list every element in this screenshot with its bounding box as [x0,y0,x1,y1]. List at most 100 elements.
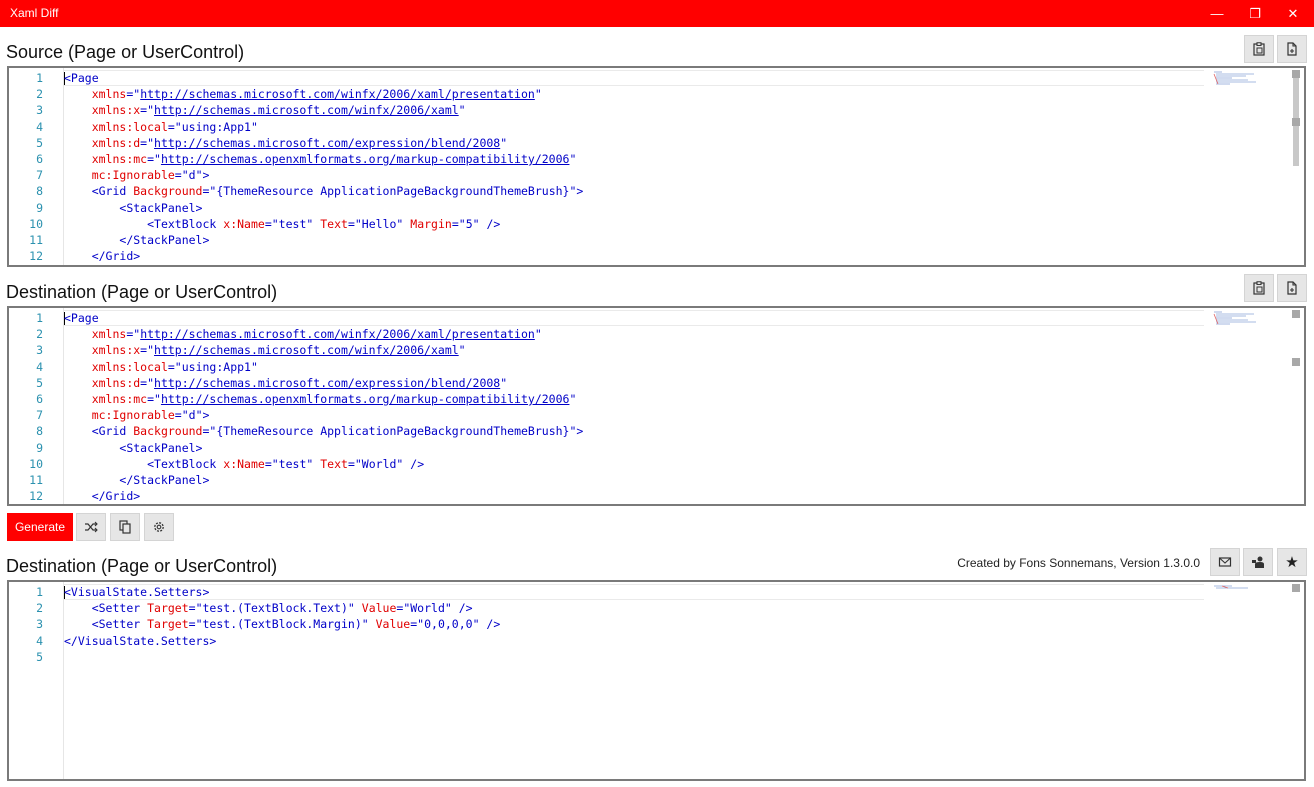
code-token: " [472,216,487,231]
code-line: 11 </StackPanel> [9,232,1259,248]
code-token: =" [264,216,279,231]
code-token[interactable]: http://schemas.microsoft.com/expression/… [154,376,500,390]
code-line: 5 [9,649,1259,665]
line-number: 2 [36,327,43,342]
code-token[interactable]: http://schemas.microsoft.com/expression/… [154,136,500,150]
code-line: 5 xmlns:d="http://schemas.microsoft.com/… [9,135,1259,151]
code-token: xmlns:x [91,103,141,118]
code-token: <TextBlock [147,456,224,471]
code-token: <StackPanel> [119,200,203,215]
code-token[interactable]: http://schemas.microsoft.com/winfx/2006/… [154,343,459,357]
code-line: 8 <Grid Background="{ThemeResource Appli… [9,423,1259,439]
code-token: =" [167,119,182,134]
destination-scrollbar[interactable] [1292,308,1300,504]
code-token: =" [126,87,141,102]
code-token: =" [202,184,217,199]
destination-paste-button[interactable] [1244,274,1274,302]
title-bar: Xaml Diff — ❐ ✕ [0,0,1314,27]
code-line: 1 <VisualState.Setters> [9,584,1259,600]
code-token[interactable]: http://schemas.openxmlformats.org/markup… [161,152,570,166]
code-text: <TextBlock x:Name="test" Text="Hello" Ma… [64,216,500,232]
feedback-button[interactable] [1243,548,1273,576]
output-scrollbar[interactable] [1292,582,1300,779]
destination-editor[interactable]: 1 <Page 2 xmlns="http://schemas.microsoft.… [7,306,1306,506]
feedback-icon [1252,556,1264,568]
mail-icon [1218,557,1232,567]
line-number: 1 [36,71,43,85]
rate-button[interactable]: ★ [1277,548,1307,576]
code-text: xmlns:d="http://schemas.microsoft.com/ex… [64,135,507,151]
generate-button[interactable]: Generate [7,513,73,541]
code-token: " [569,391,577,406]
source-editor[interactable]: 1 <Page 2 xmlns="http://schemas.microsoft.… [7,66,1306,267]
code-token[interactable]: http://schemas.microsoft.com/winfx/2006/… [154,103,459,117]
code-text: xmlns="http://schemas.microsoft.com/winf… [64,86,542,102]
code-token: =" [126,327,141,342]
minimize-button[interactable]: — [1198,0,1236,27]
line-number: 12 [29,489,43,504]
code-line: 12 </Grid> [9,488,1259,504]
destination-open-button[interactable] [1277,274,1307,302]
code-line: 3 xmlns:x="http://schemas.microsoft.com/… [9,102,1259,118]
code-line: 7 mc:Ignorable="d"> [9,407,1259,423]
clipboard-icon [1253,281,1265,295]
code-token[interactable]: http://schemas.microsoft.com/winfx/2006/… [140,87,535,101]
line-number: 6 [36,391,43,406]
settings-button[interactable] [144,513,174,541]
code-token: " [347,601,362,616]
code-token: <VisualState.Setters> [64,585,210,599]
code-token: </VisualState.Setters> [64,633,217,648]
code-token: =" [167,359,182,374]
code-token: mc:Ignorable [91,168,175,183]
source-label: Source (Page or UserControl) [6,42,245,62]
code-line: 9 <StackPanel> [9,440,1259,456]
line-number: 3 [36,103,43,118]
code-token[interactable]: http://schemas.openxmlformats.org/markup… [161,392,570,406]
code-token: " [458,103,466,118]
source-paste-button[interactable] [1244,35,1274,63]
mail-button[interactable] [1210,548,1240,576]
code-token: using:App1 [181,119,251,134]
code-line: 11 </StackPanel> [9,472,1259,488]
line-number: 3 [36,343,43,358]
source-scrollbar[interactable] [1292,68,1300,265]
open-file-icon [1287,281,1297,295]
code-token: =" [202,424,217,439]
close-button[interactable]: ✕ [1274,0,1312,27]
code-text: mc:Ignorable="d"> [64,407,210,423]
code-token: mc:Ignorable [91,408,175,423]
swap-button[interactable] [76,513,106,541]
restore-button[interactable]: ❐ [1236,0,1274,27]
code-text: </Grid> [64,248,140,264]
output-editor[interactable]: 1 <VisualState.Setters> 2 <Setter Target="… [7,580,1306,781]
code-token: =" [188,601,203,616]
code-text: <Setter Target="test.(TextBlock.Margin)"… [64,616,501,632]
line-number: 10 [29,216,43,231]
code-token: {ThemeResource ApplicationPageBackground… [216,184,570,199]
copy-button[interactable] [110,513,140,541]
code-token: =" [140,343,155,358]
code-text: <StackPanel> [64,440,202,456]
source-open-button[interactable] [1277,35,1307,63]
code-text: </VisualState.Setters> [64,633,216,649]
minimap [1213,71,1256,85]
code-token: test.(TextBlock.Margin) [202,617,362,632]
line-number: 5 [36,375,43,390]
code-token: /> [486,617,501,632]
code-token: test.(TextBlock.Text) [202,601,348,616]
line-number: 4 [36,119,43,134]
gear-icon [154,522,164,532]
code-line: 5 xmlns:d="http://schemas.microsoft.com/… [9,375,1259,391]
close-icon: ✕ [1287,5,1299,21]
code-token: > [202,408,210,423]
code-token[interactable]: http://schemas.microsoft.com/winfx/2006/… [140,327,535,341]
code-token: xmlns:mc [91,151,148,166]
